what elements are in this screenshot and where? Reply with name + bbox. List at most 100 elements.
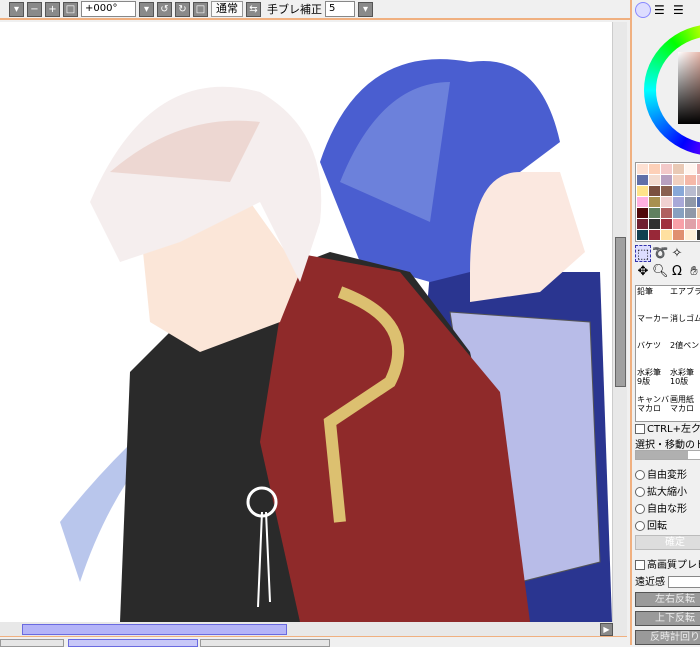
rotate-cw-button[interactable]: ↻ <box>175 1 190 17</box>
horizontal-scroll-thumb[interactable] <box>22 624 287 635</box>
palette-swatch[interactable] <box>637 230 648 240</box>
palette-swatch[interactable] <box>649 208 660 218</box>
transform-mode-label: 自由な形 <box>647 504 687 515</box>
transform-mode-label: 自由変形 <box>647 470 687 481</box>
flip-vertical-button[interactable]: 上下反転 <box>635 611 700 626</box>
rotate-reset-button[interactable]: □ <box>193 1 208 17</box>
vertical-scrollbar[interactable] <box>612 22 627 622</box>
zoom-in-button[interactable]: + <box>45 1 60 17</box>
rotate-icon[interactable]: Ω <box>669 263 685 280</box>
brush-slot[interactable]: エアブラシ <box>669 286 700 313</box>
zoom-icon[interactable]: 🔍︎ <box>652 263 669 280</box>
hq-preview-checkbox[interactable]: 高画質プレビュー <box>635 556 700 571</box>
scroll-right-button[interactable]: ▶ <box>600 623 613 636</box>
move-icon[interactable]: ✥ <box>635 263 651 280</box>
transform-mode-radio[interactable]: 自由な形 <box>635 500 687 515</box>
palette-swatch[interactable] <box>661 186 672 196</box>
palette-swatch[interactable] <box>673 208 684 218</box>
brush-slot[interactable]: 鉛筆 <box>636 286 669 313</box>
transform-mode-radio[interactable]: 回転 <box>635 517 667 532</box>
palette-swatch[interactable] <box>673 164 684 174</box>
palette-swatch[interactable] <box>649 197 660 207</box>
artwork <box>60 59 612 622</box>
palette-swatch[interactable] <box>673 186 684 196</box>
hq-preview-label: 高画質プレビュー <box>647 560 700 571</box>
rotate-ccw-button[interactable]: ↺ <box>157 1 172 17</box>
palette-swatch[interactable] <box>637 175 648 185</box>
rgb-slider-tab-icon[interactable]: ☰ <box>654 2 670 18</box>
color-wheel[interactable] <box>644 24 700 156</box>
palette-swatch[interactable] <box>649 230 660 240</box>
ctrl-click-checkbox[interactable]: CTRL+左クリック <box>635 420 700 435</box>
hand-icon[interactable]: ✋︎ <box>686 263 700 280</box>
rotation-field[interactable]: +000° <box>81 1 136 17</box>
palette-swatch[interactable] <box>649 219 660 229</box>
brush-slot[interactable]: 水彩筆 9版 <box>636 367 669 394</box>
palette-swatch[interactable] <box>685 219 696 229</box>
palette-swatch[interactable] <box>637 208 648 218</box>
rect-select-icon[interactable]: ⬚ <box>635 245 651 262</box>
zoom-out-button[interactable]: − <box>27 1 42 17</box>
brush-slot[interactable]: 消しゴム <box>669 313 700 340</box>
palette-swatch[interactable] <box>661 230 672 240</box>
palette-swatch[interactable] <box>685 186 696 196</box>
color-mode-tabs: ☰ ☰ <box>635 2 689 18</box>
brush-slot[interactable]: 水彩筆 10版 <box>669 367 700 394</box>
palette-swatch[interactable] <box>685 164 696 174</box>
zoom-reset-button[interactable]: □ <box>63 1 78 17</box>
brush-slot[interactable]: 画用紙 マカロ <box>669 394 700 421</box>
hsv-slider-tab-icon[interactable]: ☰ <box>673 2 689 18</box>
document-tab[interactable] <box>0 639 64 647</box>
palette-swatch[interactable] <box>673 197 684 207</box>
palette-swatch[interactable] <box>637 186 648 196</box>
stabilizer-field[interactable]: 5 <box>325 1 355 17</box>
ctrl-click-label: CTRL+左クリック <box>647 424 700 435</box>
palette-swatch[interactable] <box>637 164 648 174</box>
palette-swatch[interactable] <box>637 219 648 229</box>
palette-swatch[interactable] <box>649 164 660 174</box>
flip-horizontal-button[interactable]: 左右反転 <box>635 592 700 607</box>
document-tabs <box>0 638 630 647</box>
color-wheel-tab-icon[interactable] <box>635 2 651 18</box>
flip-icon[interactable]: ⇆ <box>246 1 261 17</box>
brush-slot[interactable]: マーカー <box>636 313 669 340</box>
palette-swatch[interactable] <box>661 208 672 218</box>
brush-slot[interactable]: 2値ペン <box>669 340 700 367</box>
palette-swatch[interactable] <box>673 175 684 185</box>
horizontal-scrollbar[interactable]: ▶ <box>0 622 627 637</box>
dropdown-button[interactable]: ▾ <box>9 1 24 17</box>
lasso-icon[interactable]: ➰ <box>652 245 668 262</box>
rotate-ccw-panel-button[interactable]: 反時計回り <box>635 630 700 645</box>
palette-swatch[interactable] <box>673 230 684 240</box>
saturation-value-square[interactable] <box>678 52 700 124</box>
transform-mode-radio[interactable]: 拡大縮小 <box>635 483 687 498</box>
palette-swatch[interactable] <box>661 219 672 229</box>
stabilizer-label: 手ブレ補正 <box>267 3 322 16</box>
palette-swatch[interactable] <box>637 197 648 207</box>
transform-mode-radio[interactable]: 自由変形 <box>635 466 687 481</box>
palette-swatch[interactable] <box>685 208 696 218</box>
confirm-button[interactable]: 確定 <box>635 535 700 550</box>
rotation-dropdown[interactable]: ▾ <box>139 1 154 17</box>
perspective-field[interactable] <box>668 576 700 588</box>
magic-wand-icon[interactable]: ✧ <box>669 245 685 262</box>
document-tab[interactable] <box>200 639 330 647</box>
document-tab-active[interactable] <box>68 639 198 647</box>
palette-swatch[interactable] <box>649 175 660 185</box>
selection-tools: ⬚ ➰ ✧ ✥ 🔍︎ Ω ✋︎ <box>635 245 700 280</box>
canvas[interactable] <box>0 22 612 622</box>
vertical-scroll-thumb[interactable] <box>615 237 626 387</box>
drag-slider[interactable] <box>635 450 700 460</box>
blend-mode-button[interactable]: 通常 <box>211 1 243 17</box>
palette-swatch[interactable] <box>661 164 672 174</box>
brush-slot[interactable]: バケツ <box>636 340 669 367</box>
palette-swatch[interactable] <box>685 230 696 240</box>
palette-swatch[interactable] <box>685 175 696 185</box>
palette-swatch[interactable] <box>661 175 672 185</box>
palette-swatch[interactable] <box>685 197 696 207</box>
palette-swatch[interactable] <box>673 219 684 229</box>
palette-swatch[interactable] <box>649 186 660 196</box>
stabilizer-dropdown[interactable]: ▾ <box>358 1 373 17</box>
palette-swatch[interactable] <box>661 197 672 207</box>
brush-slot[interactable]: キャンバス マカロ <box>636 394 669 421</box>
